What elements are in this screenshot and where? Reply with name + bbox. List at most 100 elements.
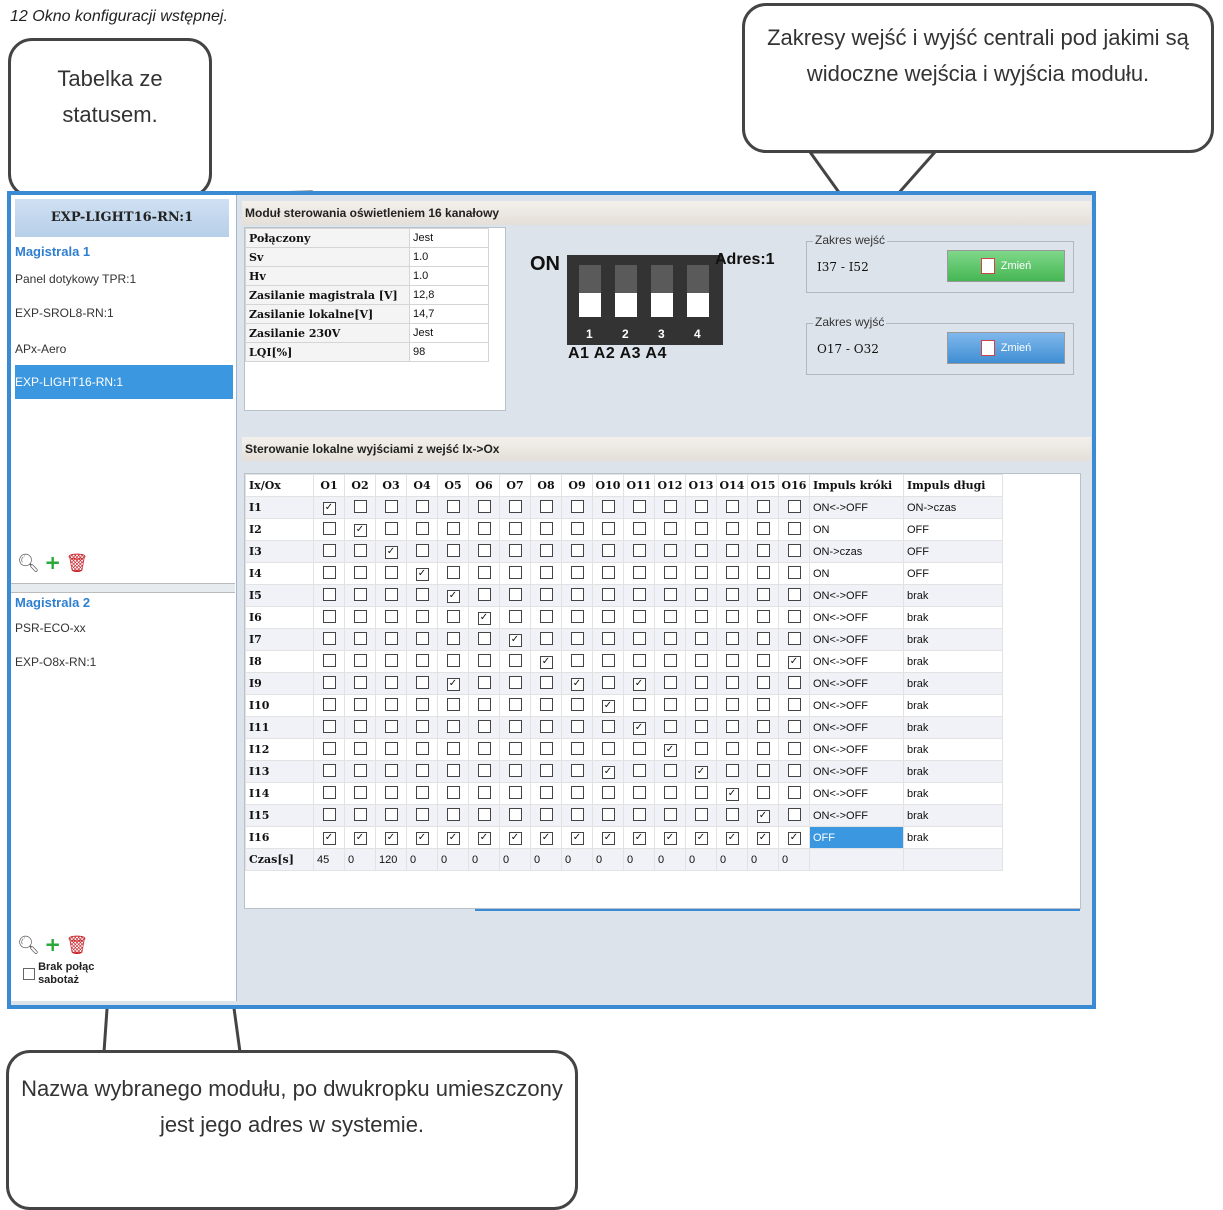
mapping-checkbox[interactable] (694, 543, 708, 557)
mapping-checkbox[interactable] (353, 565, 367, 579)
short-pulse-select[interactable]: ON<->OFF (809, 716, 904, 739)
long-pulse-select[interactable]: brak (903, 716, 1003, 739)
mapping-checkbox[interactable] (601, 741, 615, 755)
mapping-checkbox[interactable]: ✓ (756, 831, 770, 845)
horizontal-scrollbar[interactable] (475, 909, 1080, 911)
mapping-checkbox[interactable] (446, 697, 460, 711)
mapping-checkbox[interactable] (601, 785, 615, 799)
mapping-checkbox[interactable] (539, 631, 553, 645)
mapping-checkbox[interactable] (725, 653, 739, 667)
delete-icon[interactable]: 🗑︎ (65, 553, 88, 574)
mapping-checkbox[interactable] (415, 719, 429, 733)
mapping-checkbox[interactable] (570, 807, 584, 821)
mapping-checkbox[interactable] (694, 653, 708, 667)
mapping-checkbox[interactable] (322, 675, 336, 689)
mapping-checkbox[interactable] (353, 543, 367, 557)
mapping-checkbox[interactable] (601, 543, 615, 557)
delete-icon[interactable]: 🗑︎ (65, 935, 88, 956)
mapping-checkbox[interactable]: ✓ (601, 765, 615, 779)
mapping-checkbox[interactable] (601, 675, 615, 689)
mapping-checkbox[interactable] (694, 741, 708, 755)
mapping-checkbox[interactable] (353, 763, 367, 777)
mapping-checkbox[interactable] (477, 521, 491, 535)
time-value[interactable]: 0 (561, 848, 593, 871)
device-item[interactable]: APx-Aero (15, 332, 233, 366)
mapping-checkbox[interactable] (384, 499, 398, 513)
mapping-checkbox[interactable] (353, 785, 367, 799)
mapping-checkbox[interactable] (756, 587, 770, 601)
mapping-checkbox[interactable] (570, 785, 584, 799)
mapping-checkbox[interactable] (570, 763, 584, 777)
mapping-checkbox[interactable] (756, 697, 770, 711)
mapping-checkbox[interactable] (663, 587, 677, 601)
short-pulse-select[interactable]: ON->czas (809, 540, 904, 563)
mapping-checkbox[interactable]: ✓ (632, 677, 646, 691)
mapping-checkbox[interactable] (756, 763, 770, 777)
device-item[interactable]: Panel dotykowy TPR:1 (15, 262, 233, 296)
mapping-checkbox[interactable] (322, 521, 336, 535)
sabotage-checkbox[interactable] (23, 968, 35, 980)
mapping-checkbox[interactable]: ✓ (384, 831, 398, 845)
mapping-checkbox[interactable] (570, 521, 584, 535)
time-value[interactable]: 0 (592, 848, 624, 871)
add-icon[interactable]: ➕︎ (46, 553, 60, 574)
mapping-checkbox[interactable] (694, 609, 708, 623)
long-pulse-select[interactable]: brak (903, 672, 1003, 695)
mapping-checkbox[interactable] (632, 763, 646, 777)
mapping-checkbox[interactable] (787, 807, 801, 821)
long-pulse-select[interactable]: brak (903, 628, 1003, 651)
mapping-checkbox[interactable]: ✓ (477, 611, 491, 625)
mapping-checkbox[interactable] (632, 741, 646, 755)
mapping-checkbox[interactable] (353, 499, 367, 513)
mapping-checkbox[interactable] (477, 631, 491, 645)
mapping-checkbox[interactable] (508, 565, 522, 579)
mapping-checkbox[interactable]: ✓ (353, 523, 367, 537)
mapping-checkbox[interactable] (539, 587, 553, 601)
mapping-checkbox[interactable]: ✓ (508, 831, 522, 845)
mapping-checkbox[interactable] (415, 785, 429, 799)
mapping-checkbox[interactable] (756, 499, 770, 513)
mapping-checkbox[interactable] (415, 521, 429, 535)
mapping-checkbox[interactable] (570, 609, 584, 623)
mapping-checkbox[interactable]: ✓ (446, 677, 460, 691)
mapping-checkbox[interactable] (756, 543, 770, 557)
mapping-checkbox[interactable] (384, 565, 398, 579)
mapping-checkbox[interactable] (508, 719, 522, 733)
mapping-checkbox[interactable] (663, 675, 677, 689)
short-pulse-select[interactable]: ON (809, 562, 904, 585)
mapping-checkbox[interactable] (384, 719, 398, 733)
mapping-checkbox[interactable] (477, 719, 491, 733)
mapping-checkbox[interactable] (787, 565, 801, 579)
mapping-checkbox[interactable] (446, 719, 460, 733)
mapping-checkbox[interactable] (477, 785, 491, 799)
mapping-checkbox[interactable]: ✓ (384, 545, 398, 559)
mapping-checkbox[interactable] (477, 653, 491, 667)
mapping-checkbox[interactable]: ✓ (477, 831, 491, 845)
short-pulse-select[interactable]: ON<->OFF (809, 694, 904, 717)
mapping-checkbox[interactable] (477, 741, 491, 755)
mapping-checkbox[interactable] (787, 587, 801, 601)
mapping-checkbox[interactable] (415, 609, 429, 623)
mapping-checkbox[interactable] (508, 653, 522, 667)
mapping-checkbox[interactable] (477, 807, 491, 821)
mapping-checkbox[interactable] (725, 587, 739, 601)
mapping-checkbox[interactable] (353, 609, 367, 623)
mapping-checkbox[interactable] (508, 499, 522, 513)
mapping-checkbox[interactable]: ✓ (322, 831, 336, 845)
short-pulse-select[interactable]: ON<->OFF (809, 782, 904, 805)
long-pulse-select[interactable]: OFF (903, 518, 1003, 541)
mapping-checkbox[interactable] (756, 565, 770, 579)
long-pulse-select[interactable]: OFF (903, 562, 1003, 585)
mapping-checkbox[interactable]: ✓ (663, 831, 677, 845)
bus-1-title[interactable]: Magistrala 1 (15, 244, 90, 259)
mapping-checkbox[interactable] (756, 609, 770, 623)
mapping-checkbox[interactable]: ✓ (787, 655, 801, 669)
mapping-checkbox[interactable] (415, 697, 429, 711)
mapping-checkbox[interactable] (477, 499, 491, 513)
connection-sabotage-option[interactable]: Brak połąc sabotaż (23, 961, 118, 987)
mapping-checkbox[interactable] (570, 499, 584, 513)
short-pulse-select[interactable]: ON<->OFF (809, 760, 904, 783)
mapping-checkbox[interactable] (477, 675, 491, 689)
mapping-checkbox[interactable] (787, 609, 801, 623)
time-value[interactable]: 0 (623, 848, 655, 871)
